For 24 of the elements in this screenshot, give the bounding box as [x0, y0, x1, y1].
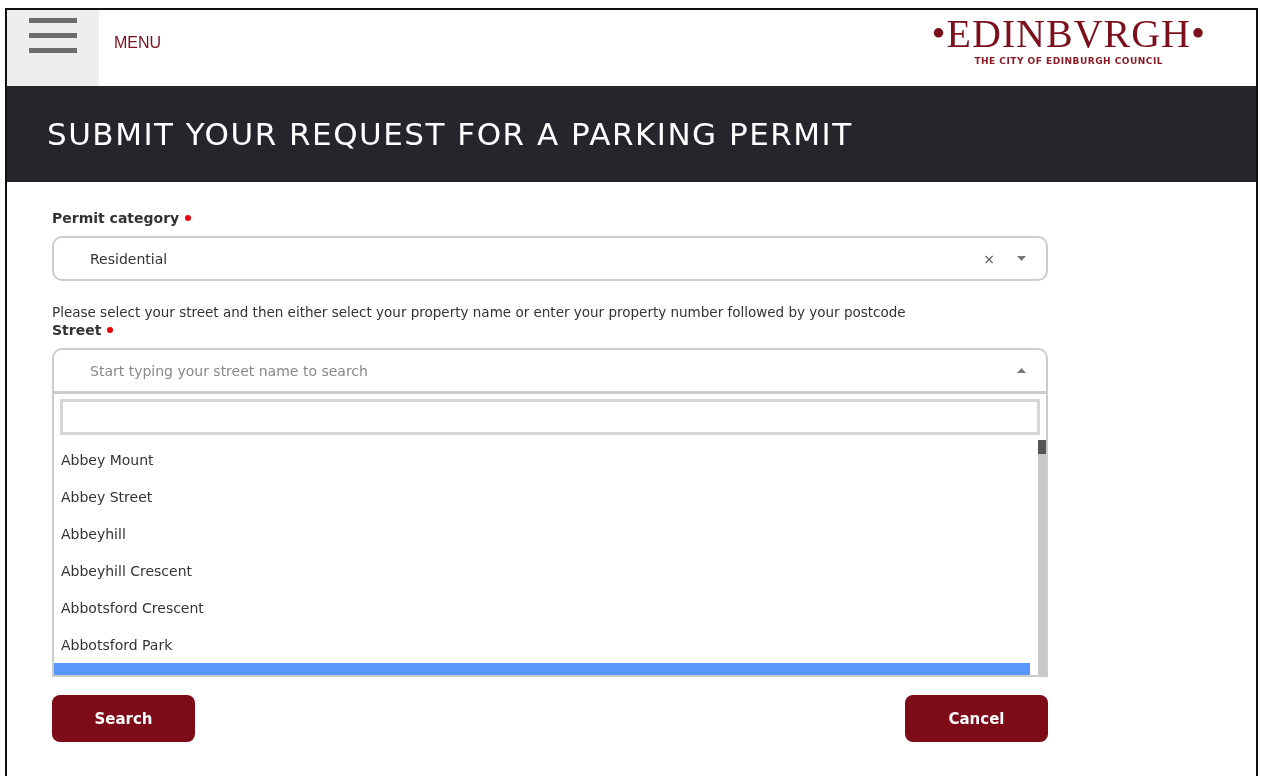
- cancel-button[interactable]: Cancel: [905, 695, 1048, 742]
- search-button[interactable]: Search: [52, 695, 195, 742]
- logo-wordmark: •EDINBVRGH•: [931, 12, 1206, 56]
- clear-icon[interactable]: ×: [983, 250, 995, 267]
- search-field[interactable]: [60, 399, 1040, 435]
- field-label: Permit category: [52, 208, 1048, 228]
- street-option[interactable]: Abbotsford Park: [54, 626, 1038, 663]
- caret-icon: [1017, 256, 1026, 261]
- street-option[interactable]: Abbotsford Crescent: [54, 589, 1038, 626]
- street-select[interactable]: Start typing your street name to search: [52, 348, 1048, 393]
- street-option[interactable]: Abbey Mount: [54, 441, 1038, 478]
- category-select[interactable]: Residential ×: [52, 236, 1048, 281]
- street-option[interactable]: Abbey Street: [54, 478, 1038, 515]
- street-option[interactable]: Abbeyhill Crescent: [54, 552, 1038, 589]
- menu-button[interactable]: [7, 10, 99, 86]
- street-option[interactable]: Abbeyhill: [54, 515, 1038, 552]
- logo-subtitle: THE CITY OF EDINBURGH COUNCIL: [974, 56, 1163, 66]
- instructions-text: Please select your street and then either select your property name or enter your property number followed by your postcode: [52, 304, 907, 320]
- field-label: Street: [52, 320, 1048, 340]
- caret-icon: [1017, 368, 1026, 373]
- scrollbar[interactable]: [1038, 440, 1046, 675]
- menu-label[interactable]: MENU: [114, 34, 162, 52]
- menu-icon: [29, 18, 77, 54]
- page-title: SUBMIT YOUR REQUEST FOR A PARKING PERMIT: [47, 116, 853, 152]
